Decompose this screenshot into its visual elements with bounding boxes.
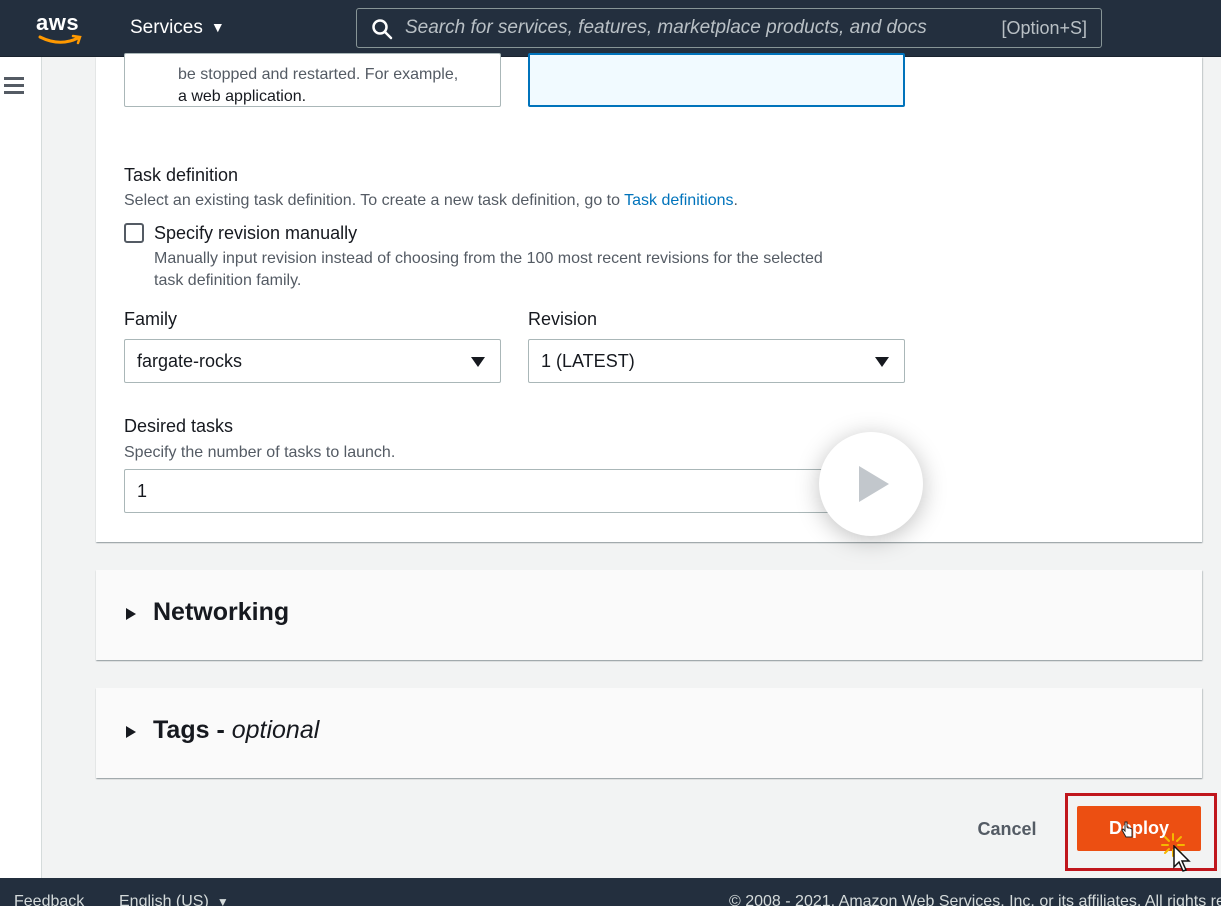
- services-menu-button[interactable]: Services ▼: [130, 17, 225, 39]
- tags-section-header[interactable]: Tags - optional: [96, 688, 1202, 778]
- tags-title-separator: -: [209, 716, 232, 744]
- console-footer: Feedback English (US) ▼ © 2008 - 2021, Am…: [0, 878, 1221, 906]
- feedback-link[interactable]: Feedback: [14, 893, 84, 906]
- tile-description-line-1: be stopped and restarted. For example,: [178, 66, 459, 83]
- top-navigation-bar: aws Services ▼ [Option+S]: [0, 0, 1221, 57]
- service-type-tile[interactable]: be stopped and restarted. For example, a…: [124, 53, 501, 107]
- expand-arrow-icon: [126, 608, 136, 620]
- aws-logo[interactable]: aws: [36, 10, 86, 46]
- specify-revision-description-line-1: Manually input revision instead of choos…: [154, 250, 823, 267]
- mouse-pointer-icon: [1173, 845, 1191, 872]
- revision-select[interactable]: 1 (LATEST): [528, 339, 905, 383]
- task-definition-description: Select an existing task definition. To c…: [124, 190, 738, 212]
- family-label: Family: [124, 309, 177, 329]
- language-label: English (US): [119, 893, 209, 906]
- expand-arrow-icon: [126, 726, 136, 738]
- video-play-button[interactable]: [819, 432, 923, 536]
- revision-label: Revision: [528, 309, 598, 329]
- cancel-button[interactable]: Cancel: [960, 810, 1054, 848]
- tags-optional-text: optional: [231, 716, 320, 744]
- selected-type-tile[interactable]: [528, 53, 905, 107]
- family-select[interactable]: fargate-rocks: [124, 339, 501, 383]
- copyright-text: © 2008 - 2021, Amazon Web Services, Inc.…: [729, 893, 1221, 906]
- aws-logo-text: aws: [36, 10, 80, 35]
- specify-revision-description: Manually input revision instead of choos…: [154, 248, 823, 292]
- task-definition-description-end: .: [733, 192, 738, 209]
- desired-tasks-description: Specify the number of tasks to launch.: [124, 444, 396, 461]
- search-input[interactable]: [405, 9, 965, 47]
- task-definition-label: Task definition: [124, 165, 239, 185]
- task-definition-description-text: Select an existing task definition. To c…: [124, 192, 625, 209]
- networking-section-header[interactable]: Networking: [96, 570, 1202, 660]
- specify-revision-manually-checkbox[interactable]: [124, 223, 144, 243]
- specify-revision-description-line-2: task definition family.: [154, 272, 302, 289]
- hand-cursor-icon: [1121, 821, 1133, 838]
- language-selector[interactable]: English (US) ▼: [119, 893, 229, 906]
- search-icon: [372, 19, 393, 40]
- aws-smile-icon: [38, 34, 82, 45]
- caret-down-icon: ▼: [216, 895, 229, 906]
- specify-revision-manually-label[interactable]: Specify revision manually: [154, 223, 357, 244]
- networking-section-title: Networking: [153, 598, 290, 626]
- global-search-box[interactable]: [Option+S]: [356, 8, 1102, 48]
- task-definitions-link[interactable]: Task definitions: [624, 192, 733, 209]
- play-icon: [859, 466, 889, 502]
- dropdown-caret-icon: [471, 357, 485, 367]
- service-type-tile-description: be stopped and restarted. For example, a…: [178, 64, 488, 108]
- search-shortcut-hint: [Option+S]: [1001, 18, 1087, 38]
- family-selected-value: fargate-rocks: [137, 351, 243, 371]
- caret-down-icon: ▼: [210, 19, 225, 35]
- revision-selected-value: 1 (LATEST): [541, 351, 635, 371]
- tags-title-text: Tags: [153, 716, 210, 744]
- tags-section-title: Tags - optional: [153, 716, 319, 745]
- side-navigation-rail: [0, 57, 42, 878]
- services-label: Services: [130, 17, 203, 38]
- ecs-create-service-screen: aws Services▼ [Option+S] be stoppe: [0, 0, 1221, 906]
- deployment-configuration-panel: be stopped and restarted. For example, a…: [96, 53, 1202, 542]
- dropdown-caret-icon: [875, 357, 889, 367]
- desired-tasks-input[interactable]: [124, 469, 905, 513]
- hamburger-menu-icon[interactable]: [4, 77, 24, 94]
- tile-description-line-2: a web application.: [178, 88, 307, 105]
- desired-tasks-label: Desired tasks: [124, 416, 234, 436]
